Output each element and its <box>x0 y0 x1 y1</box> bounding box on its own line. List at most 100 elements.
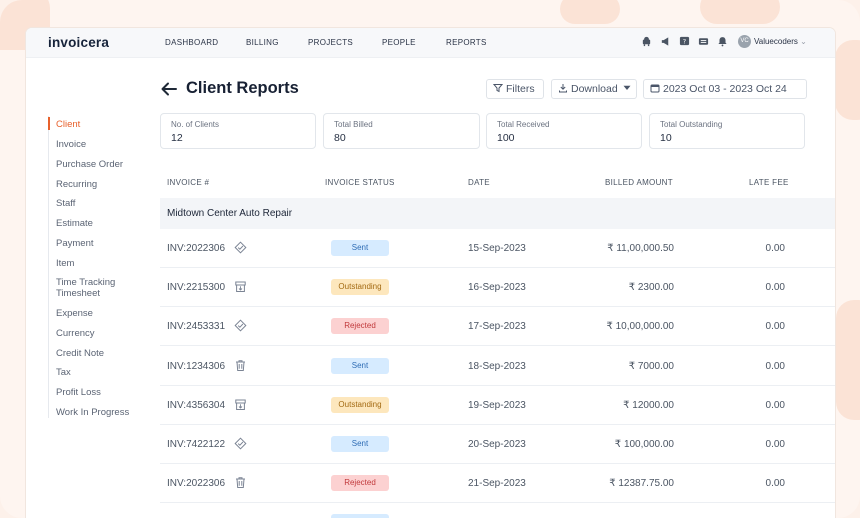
table-row[interactable]: INV:1234306 Sent 18-Sep-2023 ₹ 7000.00 0.00 <box>160 347 835 386</box>
chevron-down-icon: ⌄ <box>800 37 807 46</box>
trash-icon[interactable] <box>234 359 247 372</box>
invoice-number[interactable]: INV:2022306 <box>167 478 225 489</box>
sidebar-item-item[interactable]: Item <box>56 258 74 269</box>
help-icon[interactable]: ? <box>679 36 690 47</box>
table-row[interactable]: INV:2453331 Rejected 17-Sep-2023 ₹ 10,00,00… <box>160 307 835 347</box>
download-button[interactable]: Download <box>551 79 637 99</box>
trash-icon[interactable] <box>234 476 247 489</box>
invoice-number[interactable]: INV:1234306 <box>167 361 225 372</box>
billed-amount: ₹ 12000.00 <box>623 399 674 411</box>
sidebar-item-purchase-order[interactable]: Purchase Order <box>56 159 123 170</box>
table-row[interactable]: INV:2022306 Rejected 21-Sep-2023 ₹ 12387.75… <box>160 464 835 504</box>
table-row[interactable]: INV:7422122 Sent 20-Sep-2023 ₹ 100,000.00 0.… <box>160 425 835 464</box>
column-header-billed-amount[interactable]: BILLED AMOUNT <box>605 178 673 187</box>
table-row[interactable]: INV:2215300 Outstanding 16-Sep-2023 ₹ 2300.… <box>160 268 835 308</box>
calendar-icon <box>650 84 660 93</box>
archive-box-icon[interactable] <box>234 280 247 293</box>
sidebar-item-staff[interactable]: Staff <box>56 198 75 209</box>
status-badge: Sent <box>331 357 389 374</box>
sidebar-active-indicator <box>48 117 50 130</box>
invoice-number[interactable]: INV:7422122 <box>167 439 225 450</box>
stat-value: 80 <box>334 132 346 144</box>
sidebar-item-payment[interactable]: Payment <box>56 238 94 249</box>
invoice-date: 16-Sep-2023 <box>468 282 526 294</box>
badge-check-icon[interactable] <box>234 437 247 450</box>
sidebar-item-credit-note[interactable]: Credit Note <box>56 348 104 359</box>
nav-reports[interactable]: REPORTS <box>446 38 487 47</box>
column-header-status[interactable]: INVOICE STATUS <box>325 178 395 187</box>
stat-label: Total Received <box>497 120 550 129</box>
sidebar-item-currency[interactable]: Currency <box>56 328 95 339</box>
sidebar-item-label: Time Tracking <box>56 277 116 288</box>
status-badge: Outstanding <box>331 396 389 413</box>
sidebar-item-client[interactable]: Client <box>56 119 80 130</box>
invoice-number[interactable]: INV:2022306 <box>167 243 225 254</box>
stat-card-clients: No. of Clients 12 <box>160 113 316 149</box>
stat-value: 10 <box>660 132 672 144</box>
stat-value: 12 <box>171 132 183 144</box>
keyboard-icon[interactable] <box>698 36 709 47</box>
sidebar-item-profit-loss[interactable]: Profit Loss <box>56 387 101 398</box>
megaphone-icon[interactable] <box>660 36 671 47</box>
late-fee: 0.00 <box>765 360 785 372</box>
user-avatar[interactable]: VC <box>738 35 751 48</box>
billed-amount: ₹ 2300.00 <box>628 282 674 294</box>
table-row[interactable]: INV:2022306 Sent 15-Sep-2023 ₹ 11,00,000.50… <box>160 229 835 268</box>
late-fee: 0.00 <box>765 243 785 254</box>
invoice-date: 20-Sep-2023 <box>468 439 526 450</box>
stat-label: Total Billed <box>334 120 373 129</box>
invoice-number[interactable]: INV:2215300 <box>167 282 225 293</box>
sidebar-item-work-in-progress[interactable]: Work In Progress <box>56 407 129 418</box>
sidebar-divider <box>48 116 49 418</box>
nav-people[interactable]: PEOPLE <box>382 38 416 47</box>
bell-icon[interactable] <box>717 36 728 47</box>
invoice-date: 15-Sep-2023 <box>468 243 526 254</box>
nav-actions: ? VC Valuecoders ⌄ <box>635 35 835 50</box>
badge-check-icon[interactable] <box>234 319 247 332</box>
download-label: Download <box>571 83 618 95</box>
status-badge: Rejected <box>331 318 389 335</box>
invoice-date: 19-Sep-2023 <box>468 399 526 411</box>
filters-button[interactable]: Filters <box>486 79 544 99</box>
invoice-number[interactable]: INV:4356304 <box>167 400 225 411</box>
date-range-picker[interactable]: 2023 Oct 03 - 2023 Oct 24 <box>643 79 807 99</box>
client-group-header: Midtown Center Auto Repair <box>160 198 835 229</box>
filter-icon <box>492 84 504 93</box>
sidebar-item-tax[interactable]: Tax <box>56 367 71 378</box>
nav-billing[interactable]: BILLING <box>246 38 279 47</box>
stat-card-total-outstanding: Total Outstanding 10 <box>649 113 805 149</box>
status-badge: Sent <box>331 240 389 256</box>
invoice-number[interactable]: INV:2453331 <box>167 321 225 332</box>
invoicera-logo[interactable]: invoicera <box>48 35 109 50</box>
column-header-late-fee[interactable]: LATE FEE <box>749 178 789 187</box>
user-name: Valuecoders <box>754 37 798 46</box>
column-header-invoice[interactable]: INVOICE # <box>167 178 209 187</box>
status-badge: Sent <box>331 436 389 452</box>
status-badge: Rejected <box>331 475 389 492</box>
status-badge <box>331 514 389 518</box>
table-row[interactable]: INV:4356304 Outstanding 19-Sep-2023 ₹ 12000… <box>160 386 835 425</box>
svg-text:?: ? <box>683 38 686 46</box>
page-title: Client Reports <box>186 79 299 97</box>
column-header-date[interactable]: DATE <box>468 178 490 187</box>
late-fee: 0.00 <box>765 439 785 450</box>
date-range-label: 2023 Oct 03 - 2023 Oct 24 <box>663 83 787 95</box>
user-menu[interactable]: Valuecoders ⌄ <box>754 37 807 46</box>
sidebar-item-invoice[interactable]: Invoice <box>56 139 86 150</box>
sidebar-item-recurring[interactable]: Recurring <box>56 179 97 190</box>
billed-amount: ₹ 12387.75.00 <box>609 478 674 490</box>
sidebar-item-estimate[interactable]: Estimate <box>56 218 93 229</box>
client-name: Midtown Center Auto Repair <box>167 208 293 219</box>
android-icon[interactable] <box>641 36 652 47</box>
stat-label: No. of Clients <box>171 120 220 129</box>
nav-projects[interactable]: PROJECTS <box>308 38 353 47</box>
sidebar-item-time-tracking-timesheet[interactable]: Time Tracking Timesheet <box>56 277 115 299</box>
back-arrow-icon[interactable] <box>160 81 178 97</box>
sidebar-item-expense[interactable]: Expense <box>56 308 93 319</box>
download-icon <box>559 84 567 93</box>
nav-dashboard[interactable]: DASHBOARD <box>165 38 218 47</box>
archive-box-icon[interactable] <box>234 398 247 411</box>
status-badge: Outstanding <box>331 279 389 296</box>
badge-check-icon[interactable] <box>234 241 247 254</box>
billed-amount: ₹ 100,000.00 <box>614 439 674 450</box>
